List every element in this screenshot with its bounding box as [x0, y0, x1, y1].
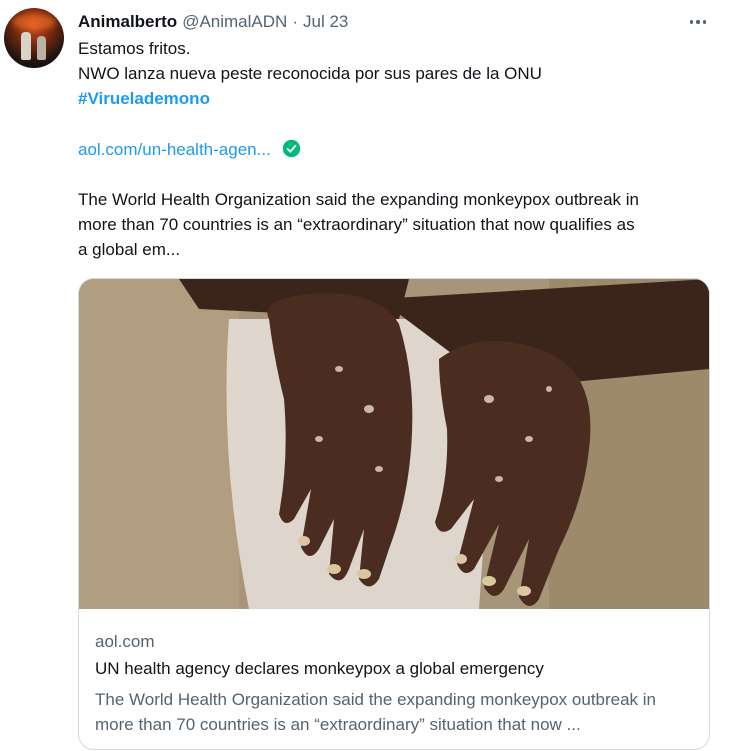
tweet-excerpt-line: more than 70 countries is an “extraordin…: [78, 215, 635, 234]
card-description: The World Health Organization said the e…: [95, 690, 657, 734]
article-link[interactable]: aol.com/un-health-agen...: [78, 140, 271, 159]
author-name[interactable]: Animalberto: [78, 12, 177, 32]
card-domain: aol.com: [95, 632, 155, 651]
more-options-icon[interactable]: [686, 12, 710, 32]
tweet-text-line: Estamos fritos.: [78, 39, 191, 58]
verified-check-icon: [282, 139, 300, 158]
tweet-date[interactable]: Jul 23: [303, 12, 348, 32]
header-separator: ·: [292, 12, 298, 31]
tweet-header: Animalberto @AnimalADN · Jul 23: [78, 10, 348, 34]
author-handle[interactable]: @AnimalADN: [182, 12, 287, 32]
hashtag-link[interactable]: #Viruelademono: [78, 87, 210, 111]
tweet-link-row: aol.com/un-health-agen...: [78, 138, 301, 162]
card-title: UN health agency declares monkeypox a gl…: [95, 659, 544, 678]
author-avatar[interactable]: [4, 8, 64, 68]
tweet-excerpt-line: a global em...: [78, 240, 181, 259]
tweet-excerpt-line: The World Health Organization said the e…: [78, 190, 640, 209]
card-image[interactable]: [79, 279, 709, 609]
tweet-text-line: NWO lanza nueva peste reconocida por sus…: [78, 64, 542, 83]
tweet[interactable]: Animalberto @AnimalADN · Jul 23 Estamos …: [0, 0, 730, 751]
link-preview-card[interactable]: aol.com UN health agency declares monkey…: [78, 278, 710, 750]
